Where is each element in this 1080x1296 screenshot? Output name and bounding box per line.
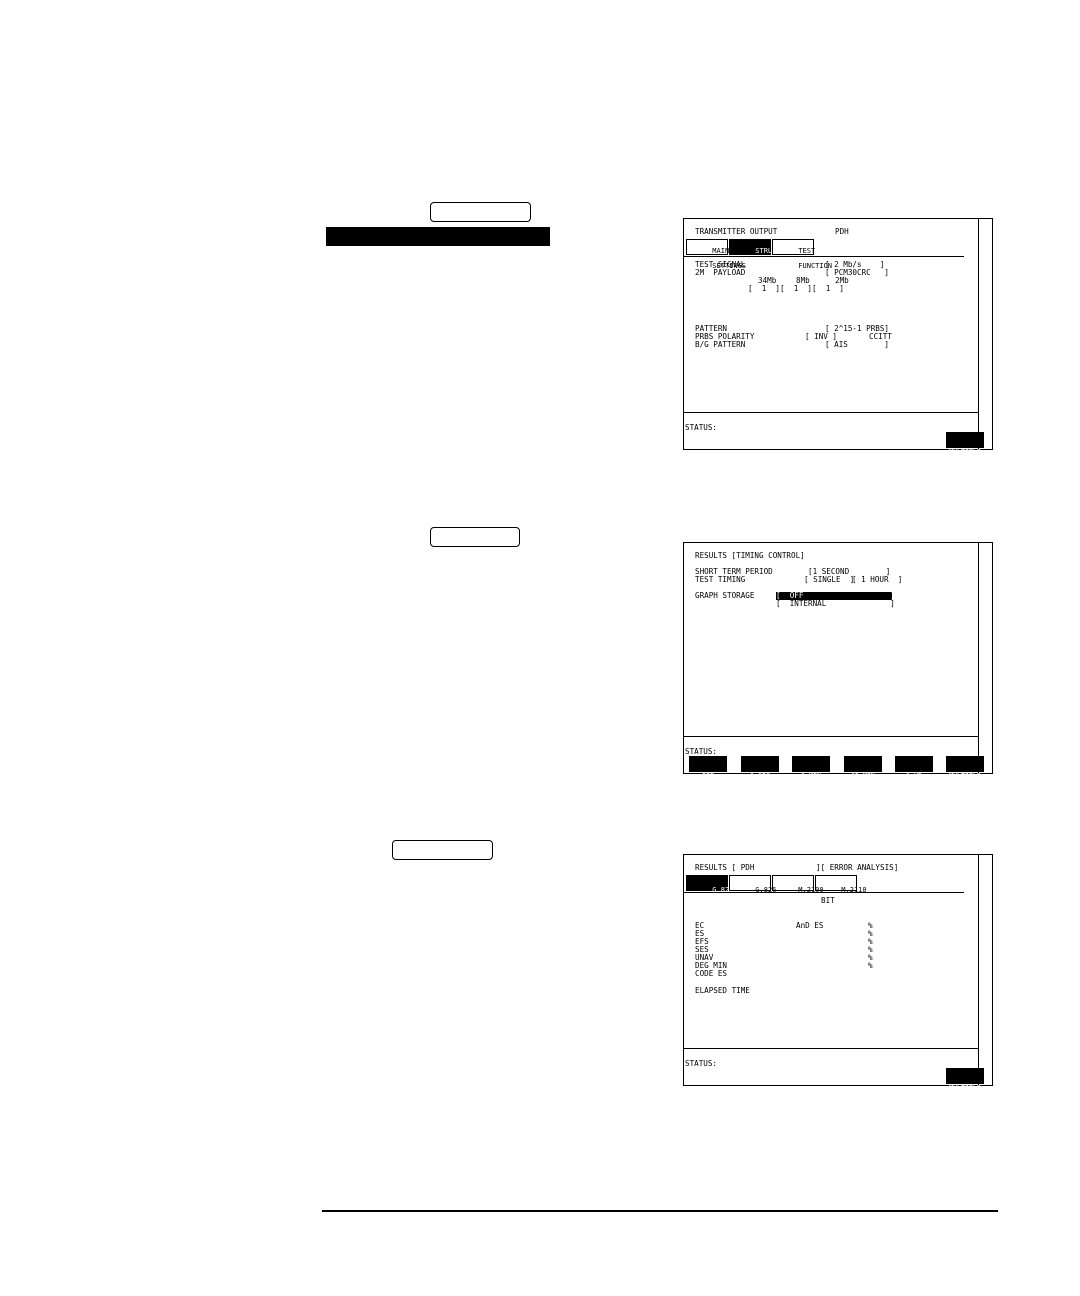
status-label: STATUS: — [685, 747, 718, 756]
bg-pattern-label: B/G PATTERN — [695, 340, 746, 349]
graph-storage-option-internal[interactable]: [ INTERNAL ] — [776, 600, 895, 608]
softkey-line2: RESOL'N — [849, 796, 877, 804]
highlight-bar — [326, 227, 550, 246]
row-label: CODE ES — [695, 969, 728, 978]
screen-title: RESULTS [TIMING CONTROL] — [695, 551, 805, 560]
tab-m2110[interactable]: M.2110 — [815, 875, 867, 893]
1-min-resolution-softkey[interactable]: 1 MIN RESOL'N — [792, 756, 830, 804]
test-timing-value-2[interactable]: [ 1 HOUR ] — [852, 576, 902, 584]
test-timing-value-1[interactable]: [ SINGLE ] — [804, 576, 854, 584]
bg-pattern-value[interactable]: [ AIS ] — [825, 341, 889, 349]
tab-g821[interactable]: G.821 — [686, 875, 733, 893]
tab-divider — [684, 892, 964, 893]
tab-divider — [684, 256, 964, 257]
1-hr-resolution-softkey[interactable]: 1 HR RESOL'N — [895, 756, 933, 804]
softkey-line2: RESOL'N — [797, 796, 825, 804]
softkey-line1: 15 MIN — [851, 772, 875, 780]
1-sec-resolution-softkey[interactable]: 1 SEC RESOL'N — [741, 756, 779, 804]
key-box-3[interactable] — [392, 840, 493, 860]
footer-rule — [322, 1210, 998, 1212]
softkey-line1: 1 HR — [906, 772, 922, 780]
15-min-resolution-softkey[interactable]: 15 MIN RESOL'N — [844, 756, 882, 804]
softkey-line1: OFF — [702, 772, 714, 780]
softkey-line1: 1 MIN — [801, 772, 821, 780]
status-label: STATUS: — [685, 1059, 718, 1068]
off-softkey[interactable]: OFF — [689, 756, 727, 780]
tab-g826[interactable]: G.826 — [729, 875, 776, 893]
and-es-label: AnD ES — [796, 921, 824, 930]
multiple-window-softkey[interactable]: MULTIPLE WINDOW — [946, 1068, 984, 1116]
softkey-line1: MULTIPLE — [949, 1084, 981, 1092]
scrollbar[interactable] — [978, 543, 992, 773]
mode-label: PDH — [835, 227, 849, 236]
key-box-1[interactable] — [430, 202, 531, 222]
multiple-window-softkey[interactable]: MULTIPLE WINDOW — [946, 432, 984, 480]
softkey-line1: 1 SEC — [750, 772, 770, 780]
timing-control-screen: RESULTS [TIMING CONTROL] SHORT TERM PERI… — [683, 542, 993, 804]
scrollbar[interactable] — [978, 219, 992, 449]
softkey-line2: RESOL'N — [900, 796, 928, 804]
rate-values[interactable]: [ 1 ][ 1 ][ 1 ] — [748, 285, 844, 293]
payload-label: 2M PAYLOAD — [695, 268, 746, 277]
elapsed-time-label: ELAPSED TIME — [695, 986, 750, 995]
tab-main-settings[interactable]: MAIN SETTINGS — [686, 239, 746, 269]
tab-label-line1: MAIN — [712, 246, 730, 255]
bit-label: BIT — [821, 896, 835, 905]
screen-title: TRANSMITTER OUTPUT — [695, 227, 778, 236]
tab-structured-settings[interactable]: STRUCT'D SETTINGS — [729, 239, 789, 269]
screen-main-area: RESULTS [TIMING CONTROL] SHORT TERM PERI… — [684, 543, 978, 737]
softkey-line2: RESOL'N — [746, 796, 774, 804]
multiple-window-softkey[interactable]: MULTIPLE WINDOW — [946, 756, 984, 804]
screen-title-b: ][ ERROR ANALYSIS] — [816, 863, 899, 872]
screen-main-area: RESULTS [ PDH ][ ERROR ANALYSIS] G.821 G… — [684, 855, 978, 1049]
softkey-line2: WINDOW — [953, 1108, 977, 1116]
scrollbar[interactable] — [978, 855, 992, 1085]
error-analysis-screen: RESULTS [ PDH ][ ERROR ANALYSIS] G.821 G… — [683, 854, 993, 1116]
percent-sign: % — [868, 961, 873, 970]
tab-label-line1: TEST — [798, 246, 816, 255]
softkey-line1: MULTIPLE — [949, 448, 981, 456]
softkey-line2: WINDOW — [953, 796, 977, 804]
softkey-line1: MULTIPLE — [949, 772, 981, 780]
screen-main-area: TRANSMITTER OUTPUT PDH MAIN SETTINGS STR… — [684, 219, 978, 413]
test-timing-label: TEST TIMING — [695, 575, 746, 584]
tab-m2100[interactable]: M.2100 — [772, 875, 824, 893]
status-label: STATUS: — [685, 423, 718, 432]
key-box-2[interactable] — [430, 527, 520, 547]
transmitter-output-screen: TRANSMITTER OUTPUT PDH MAIN SETTINGS STR… — [683, 218, 993, 480]
tab-test-function[interactable]: TEST FUNCTION — [772, 239, 832, 269]
screen-title-a: RESULTS [ PDH — [695, 863, 755, 872]
graph-storage-label: GRAPH STORAGE — [695, 591, 755, 600]
softkey-line2: WINDOW — [953, 472, 977, 480]
